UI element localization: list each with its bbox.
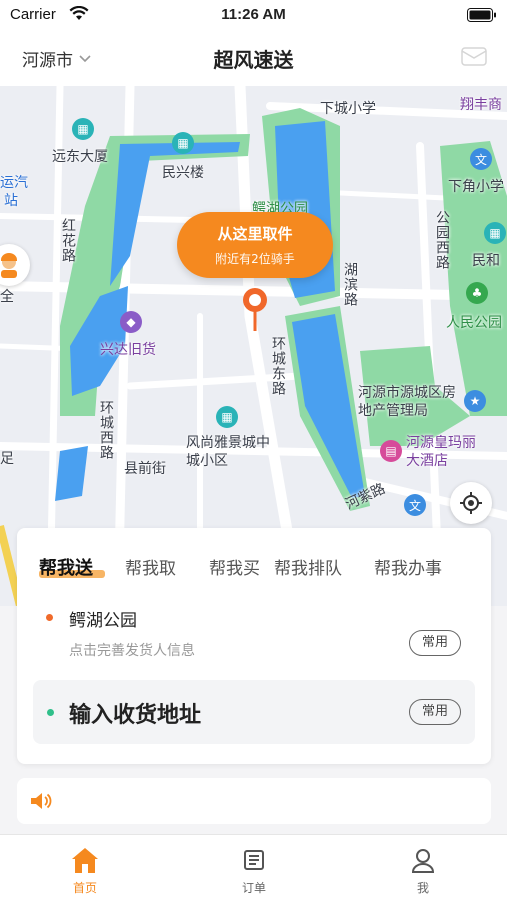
- map-label-fengshang: 风尚雅景城中城小区: [186, 435, 270, 469]
- hotel-icon: ▤: [380, 440, 402, 462]
- sender-frequent-button[interactable]: 常用: [409, 630, 461, 656]
- tab-orders[interactable]: 订单: [214, 845, 294, 896]
- map-label-renmin-park: 人民公园: [446, 315, 502, 331]
- building-icon: ▦: [484, 222, 506, 244]
- receiver-dot: [47, 709, 54, 716]
- pickup-bubble[interactable]: 从这里取件 附近有2位骑手: [177, 212, 333, 278]
- pickup-main-label: 从这里取件: [217, 225, 293, 243]
- map-label-yuancheng-estate: 河源市源城区房地产管理局: [358, 385, 456, 419]
- notice-bar[interactable]: [17, 778, 491, 824]
- school-icon: 文: [404, 494, 426, 516]
- map-label-xiangfeng: 翔丰商: [460, 97, 502, 113]
- rider-icon: [1, 253, 17, 278]
- crosshair-icon: [460, 492, 482, 514]
- map-label-xiajiao: 下角小学: [448, 179, 504, 195]
- home-icon: [72, 848, 98, 873]
- map-label-xianqian-street: 县前街: [124, 461, 166, 477]
- status-bar: Carrier 11:26 AM: [0, 0, 507, 32]
- school-icon: 文: [470, 148, 492, 170]
- sender-address: 鳄湖公园: [69, 611, 137, 631]
- map-label-yuandong: 远东大厦: [52, 149, 108, 165]
- map-label-hubin-road: 湖滨路: [342, 262, 358, 307]
- order-card: 帮我送 帮我取 帮我买 帮我排队 帮我办事 鳄湖公园 点击完善发货人信息 常用 …: [17, 528, 491, 764]
- battery-icon: [467, 7, 497, 26]
- shop-icon: ◆: [120, 311, 142, 333]
- sender-hint: 点击完善发货人信息: [69, 643, 195, 659]
- map-label-huancheng-west: 环城西路: [98, 400, 114, 460]
- sender-dot: [46, 614, 53, 621]
- locate-button[interactable]: [450, 482, 492, 524]
- tab-home[interactable]: 首页: [45, 845, 125, 896]
- receiver-placeholder: 输入收货地址: [69, 703, 202, 728]
- map-label-xingda: 兴达旧货: [100, 342, 156, 358]
- sender-row[interactable]: 鳄湖公园 点击完善发货人信息 常用: [17, 600, 491, 670]
- tab-me[interactable]: 我: [383, 845, 463, 896]
- map-label-minhe: 民和: [472, 253, 500, 269]
- location-pin-icon: [240, 286, 270, 338]
- tab-orders-label: 订单: [241, 881, 266, 895]
- tab-bar: 首页 订单 我: [0, 834, 507, 900]
- receiver-frequent-button[interactable]: 常用: [409, 699, 461, 725]
- tab-help-errand[interactable]: 帮我办事: [374, 554, 442, 579]
- map-label-huancheng-east: 环城东路: [270, 336, 286, 396]
- building-icon: ▦: [72, 118, 94, 140]
- service-tabs: 帮我送 帮我取 帮我买 帮我排队 帮我办事: [17, 554, 491, 584]
- building-icon: ▦: [216, 406, 238, 428]
- nav-bar: 河源市 超风速送: [0, 32, 507, 86]
- pickup-rider-count: 附近有2位骑手: [215, 252, 295, 266]
- park-icon: ♣: [466, 282, 488, 304]
- page-title: 超风速送: [213, 48, 294, 72]
- tab-help-send[interactable]: 帮我送: [39, 554, 93, 580]
- receiver-input[interactable]: 输入收货地址 常用: [33, 680, 475, 744]
- map-label-zu: 足: [0, 451, 14, 467]
- orders-icon: [244, 850, 264, 870]
- user-icon: [411, 849, 435, 873]
- office-icon: ★: [464, 390, 486, 412]
- tab-home-label: 首页: [72, 881, 97, 895]
- map-label-gongyuan-west: 公园西路: [434, 210, 450, 270]
- tab-me-label: 我: [416, 881, 429, 895]
- tab-help-buy[interactable]: 帮我买: [209, 554, 260, 579]
- speaker-icon: [29, 791, 53, 815]
- tab-help-pick[interactable]: 帮我取: [125, 554, 176, 579]
- map-label-minxing: 民兴楼: [162, 165, 204, 181]
- map-label-xiacheng-school: 下城小学: [320, 101, 376, 117]
- clock: 11:26 AM: [221, 6, 286, 23]
- tab-help-queue[interactable]: 帮我排队: [274, 554, 342, 579]
- map-label-zhan: 站: [4, 193, 18, 209]
- map-label-honghua-road: 红花路: [60, 218, 76, 263]
- map-label-quan: 全: [0, 289, 14, 305]
- map-label-yunqi: 运汽: [0, 175, 28, 191]
- map-label-heyuan-hotel: 河源皇玛丽大酒店: [406, 435, 476, 469]
- message-icon[interactable]: [461, 46, 487, 72]
- building-icon: ▦: [172, 132, 194, 154]
